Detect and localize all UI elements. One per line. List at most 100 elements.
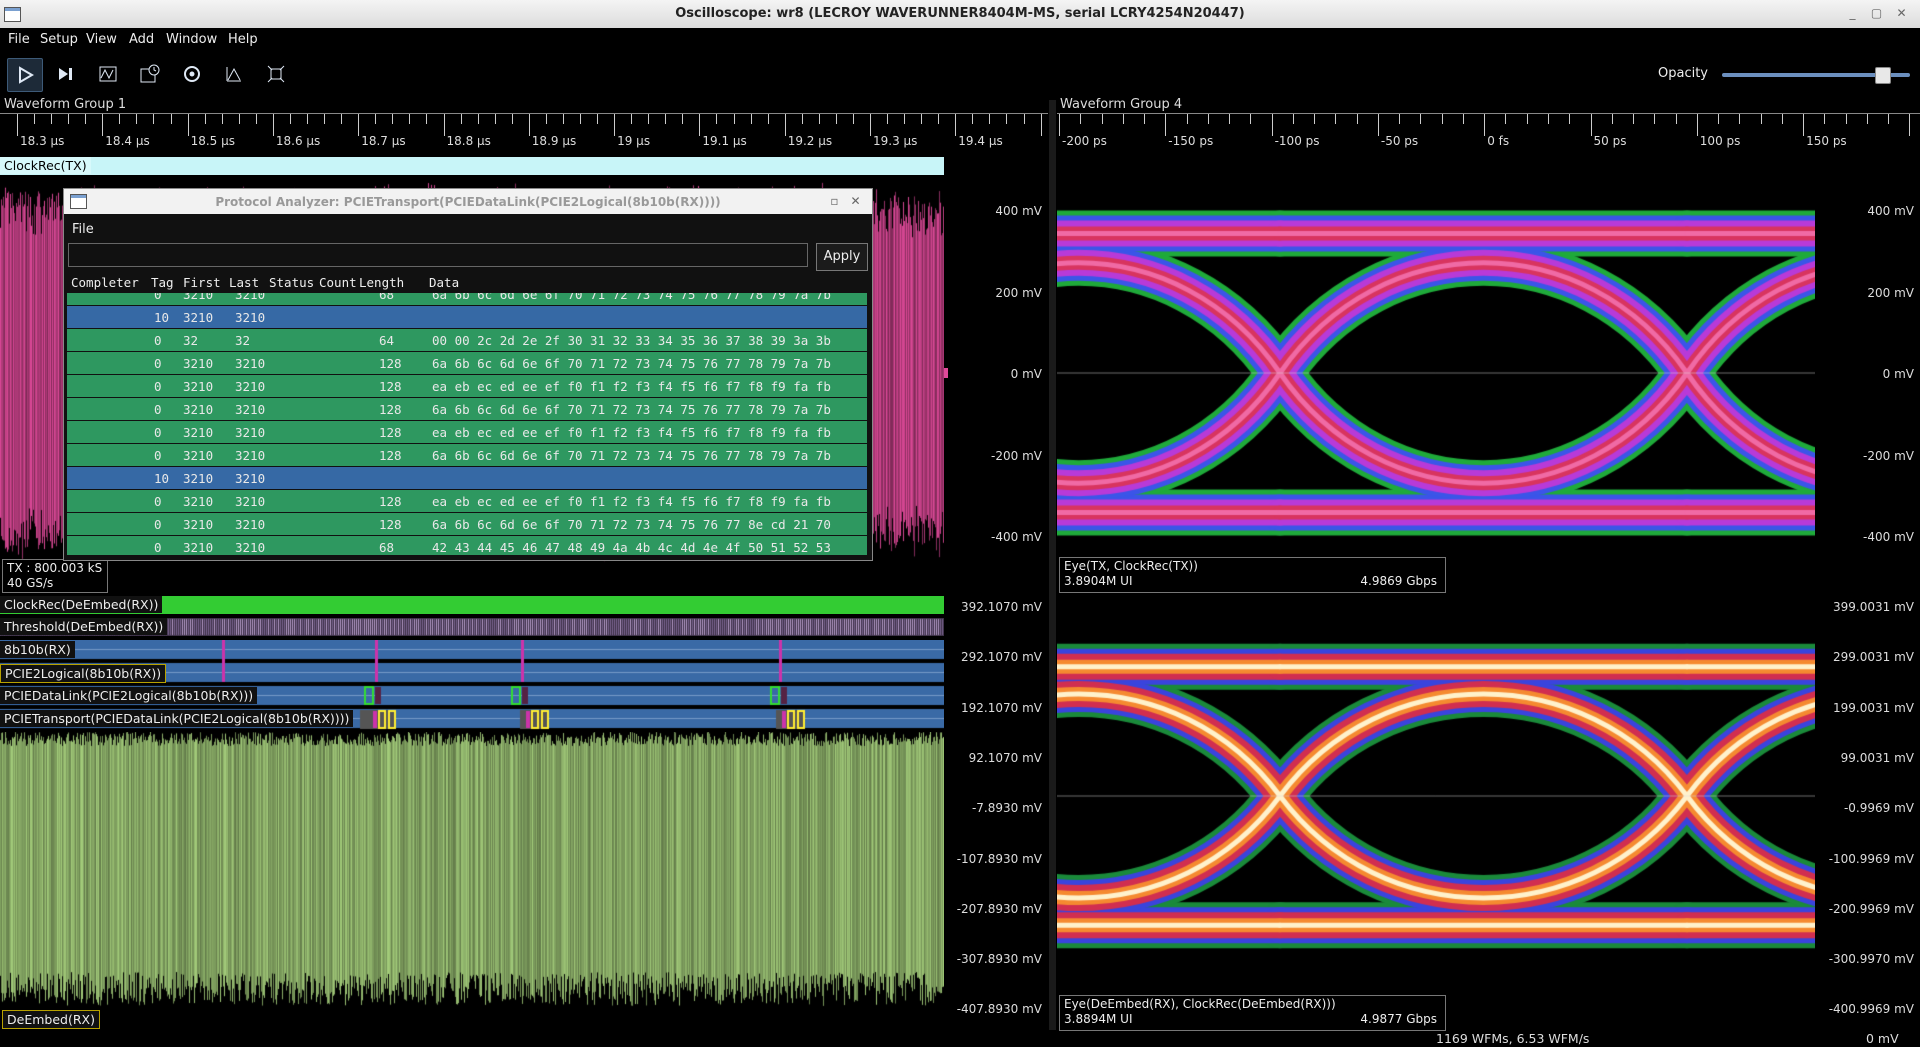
pa-apply-button[interactable]: Apply bbox=[816, 243, 868, 271]
pa-column-header[interactable]: Count bbox=[319, 275, 357, 290]
pa-column-header[interactable]: Data bbox=[429, 275, 459, 290]
deembed-rx-label[interactable]: DeEmbed(RX) bbox=[2, 1010, 100, 1029]
pa-table-row[interactable]: 0 3210 3210 68 42 43 44 45 46 47 48 49 4a 4b… bbox=[67, 536, 867, 555]
eye-button[interactable] bbox=[91, 58, 125, 90]
minimize-icon[interactable]: _ bbox=[1844, 5, 1861, 22]
axis-tick bbox=[562, 114, 564, 124]
eye-tx-info-box[interactable]: Eye(TX, ClockRec(TX)) 3.8904M UI 4.9869 … bbox=[1059, 557, 1446, 593]
menu-add[interactable]: Add bbox=[129, 32, 154, 47]
pa-filter-input[interactable] bbox=[68, 243, 808, 267]
axis-tick bbox=[852, 114, 854, 124]
axis-tick bbox=[102, 114, 104, 136]
measure-button[interactable] bbox=[217, 58, 251, 90]
pa-table-row[interactable]: 0 3210 3210 128 6a 6b 6c 6d 6e 6f 70 71 72 7… bbox=[67, 352, 867, 374]
axis-tick bbox=[1866, 114, 1868, 124]
group1-time-tick-label: 19.2 µs bbox=[787, 134, 833, 148]
axis-tick bbox=[955, 114, 957, 136]
pa-column-header[interactable]: Status bbox=[269, 275, 314, 290]
pa-table-row[interactable]: 0 3210 3210 68 6a 6b 6c 6d 6e 6f 70 71 72 73… bbox=[67, 293, 867, 305]
close-icon[interactable]: ✕ bbox=[1893, 5, 1910, 22]
opacity-slider-thumb[interactable] bbox=[1874, 67, 1891, 84]
voltage-axis-tx[interactable]: 400 mV 200 mV 0 mV -200 mV -400 mV bbox=[944, 157, 1048, 575]
eye-diagram-rx[interactable] bbox=[1057, 596, 1815, 996]
pa-table-row[interactable]: 0 3210 3210 128 ea eb ec ed ee ef f0 f1 f2 f… bbox=[67, 490, 867, 512]
dialog-maximize-icon[interactable]: ▫ bbox=[826, 193, 843, 210]
clockrec-rx-label[interactable]: ClockRec(DeEmbed(RX)) bbox=[0, 596, 163, 613]
pa-table-row[interactable]: 10 3210 3210 bbox=[67, 467, 867, 489]
axis-tick bbox=[750, 114, 752, 124]
pa-table-row[interactable]: 0 32 32 64 00 00 2c 2d 2e 2f 30 31 32 33 34 … bbox=[67, 329, 867, 351]
voltage-axis-eye-rx[interactable]: 399.0031 mV 299.0031 mV 199.0031 mV 99.0031… bbox=[1815, 596, 1920, 1026]
axis-tick bbox=[1611, 114, 1613, 124]
panel-splitter[interactable] bbox=[1049, 100, 1056, 1030]
menu-window[interactable]: Window bbox=[166, 32, 217, 47]
axis-tick bbox=[614, 114, 616, 136]
pa-table-row[interactable]: 10 3210 3210 bbox=[67, 306, 867, 328]
pciedatalink-label[interactable]: PCIEDataLink(PCIE2Logical(8b10b(RX))) bbox=[0, 687, 258, 704]
threshold-label[interactable]: Threshold(DeEmbed(RX)) bbox=[0, 618, 168, 635]
window-title: Oscilloscope: wr8 (LECROY WAVERUNNER8404… bbox=[675, 6, 1245, 21]
8b10b-label[interactable]: 8b10b(RX) bbox=[0, 641, 75, 658]
axis-tick bbox=[1590, 114, 1592, 136]
pa-cell-last: 3210 bbox=[235, 471, 266, 486]
menu-help[interactable]: Help bbox=[228, 32, 258, 47]
voltage-tick-label: 92.1070 mV bbox=[968, 750, 1042, 765]
rx-deembed-waveform[interactable] bbox=[0, 732, 944, 1010]
voltage-axis-eye-tx[interactable]: 400 mV 200 mV 0 mV -200 mV -400 mV bbox=[1815, 157, 1920, 589]
voltage-axis-rx[interactable]: 392.1070 mV 292.1070 mV 192.1070 mV 92.1070… bbox=[944, 596, 1048, 1026]
pa-column-header[interactable]: Last bbox=[229, 275, 259, 290]
pa-table-row[interactable]: 0 3210 3210 128 ea eb ec ed ee ef f0 f1 f2 f… bbox=[67, 375, 867, 397]
pa-table-row[interactable]: 0 3210 3210 128 6a 6b 6c 6d 6e 6f 70 71 72 7… bbox=[67, 398, 867, 420]
protocol-analyzer-titlebar[interactable]: Protocol Analyzer: PCIETransport(PCIEDat… bbox=[64, 189, 872, 214]
pa-cell-count: 128 bbox=[379, 425, 402, 440]
pa-column-header[interactable]: Tag bbox=[151, 275, 174, 290]
pa-cell-count: 64 bbox=[379, 333, 395, 348]
trigger-marker[interactable] bbox=[944, 368, 948, 378]
pa-table-row[interactable]: 0 3210 3210 128 6a 6b 6c 6d 6e 6f 70 71 72 7… bbox=[67, 444, 867, 466]
eye-diagram-tx[interactable] bbox=[1057, 157, 1815, 589]
axis-tick bbox=[1569, 114, 1571, 124]
time-axis-group-4[interactable]: -200 ps -150 ps -100 ps -50 ps 0 fs 50 ps 100 … bbox=[1057, 113, 1920, 148]
fullscreen-button[interactable] bbox=[259, 58, 293, 90]
run-button[interactable] bbox=[7, 58, 43, 92]
protocol-analyzer-dialog: Protocol Analyzer: PCIETransport(PCIEDat… bbox=[63, 188, 873, 561]
pa-column-header[interactable]: Length bbox=[359, 275, 404, 290]
axis-tick bbox=[801, 114, 803, 124]
pa-menu-file[interactable]: File bbox=[72, 222, 94, 237]
axis-tick bbox=[1229, 114, 1231, 124]
eye-rx-info-box[interactable]: Eye(DeEmbed(RX), ClockRec(DeEmbed(RX))) … bbox=[1059, 995, 1446, 1031]
pcie2logical-label[interactable]: PCIE2Logical(8b10b(RX)) bbox=[0, 664, 167, 683]
pa-table-body[interactable]: 0 3210 3210 68 6a 6b 6c 6d 6e 6f 70 71 72 73… bbox=[64, 293, 870, 555]
menu-file[interactable]: File bbox=[8, 32, 30, 47]
tx-info-box[interactable]: TX : 800.003 kS 40 GS/s bbox=[2, 559, 108, 593]
axis-tick bbox=[1006, 114, 1008, 124]
pa-cell-last: 3210 bbox=[235, 402, 266, 417]
menu-setup[interactable]: Setup bbox=[40, 32, 78, 47]
pa-column-header[interactable]: First bbox=[183, 275, 221, 290]
pcietransport-label[interactable]: PCIETransport(PCIEDataLink(PCIE2Logical(… bbox=[0, 710, 354, 727]
single-step-button[interactable] bbox=[49, 58, 83, 90]
axis-tick bbox=[1505, 114, 1507, 124]
axis-tick bbox=[1023, 114, 1025, 124]
dialog-close-icon[interactable]: ✕ bbox=[847, 193, 864, 210]
time-axis-group-1[interactable]: 18.3 µs 18.4 µs 18.5 µs 18.6 µs 18.7 µs 18.8 … bbox=[0, 113, 1048, 148]
pa-cell-data: ea eb ec ed ee ef f0 f1 f2 f3 f4 f5 f6 f… bbox=[432, 494, 831, 509]
history-button[interactable] bbox=[133, 58, 167, 90]
clockrec-tx-label[interactable]: ClockRec(TX) bbox=[0, 157, 91, 174]
maximize-icon[interactable]: ▢ bbox=[1868, 5, 1885, 22]
axis-tick bbox=[255, 114, 257, 124]
pa-cell-data: 6a 6b 6c 6d 6e 6f 70 71 72 73 74 75 76 7… bbox=[432, 356, 831, 371]
pa-cell-last: 3210 bbox=[235, 379, 266, 394]
pa-table-row[interactable]: 0 3210 3210 128 ea eb ec ed ee ef f0 f1 f2 f… bbox=[67, 421, 867, 443]
pa-table-row[interactable]: 0 3210 3210 128 6a 6b 6c 6d 6e 6f 70 71 72 7… bbox=[67, 513, 867, 535]
axis-tick bbox=[170, 114, 172, 124]
pa-cell-tag: 0 bbox=[154, 517, 162, 532]
pa-cell-data: ea eb ec ed ee ef f0 f1 f2 f3 f4 f5 f6 f… bbox=[432, 425, 831, 440]
axis-tick bbox=[1271, 114, 1273, 136]
sync-button[interactable] bbox=[175, 58, 209, 90]
voltage-tick-label: -400 mV bbox=[991, 530, 1042, 544]
pa-column-header[interactable]: Completer bbox=[71, 275, 139, 290]
voltage-tick-label: -400.9969 mV bbox=[1828, 1002, 1914, 1017]
menu-view[interactable]: View bbox=[86, 32, 117, 47]
pa-cell-last: 3210 bbox=[235, 494, 266, 509]
